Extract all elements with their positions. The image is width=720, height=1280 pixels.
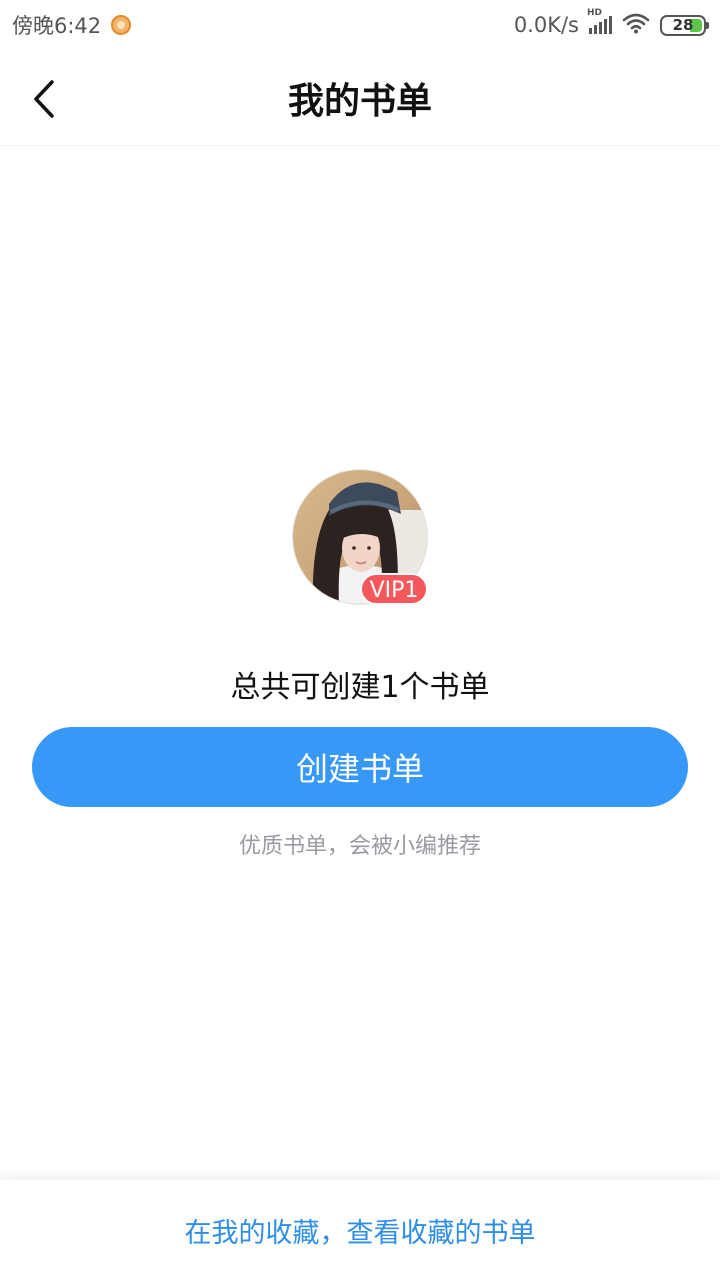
battery-icon: 28 <box>660 14 709 36</box>
bottom-bar: 在我的收藏，查看收藏的书单 <box>0 1180 720 1280</box>
wifi-icon <box>622 12 650 39</box>
booklist-limit-text: 总共可创建1个书单 <box>230 670 490 705</box>
back-button[interactable] <box>22 74 66 124</box>
page-title: 我的书单 <box>287 79 432 122</box>
avatar-container: VIP1 <box>292 469 428 605</box>
recommend-hint-text: 优质书单，会被小编推荐 <box>238 834 481 859</box>
header: 我的书单 <box>0 50 720 146</box>
vip-badge: VIP1 <box>360 573 428 605</box>
create-booklist-button[interactable]: 创建书单 <box>32 727 688 807</box>
status-right: 0.0K/s HD 28 <box>513 8 709 39</box>
network-badge: HD <box>587 8 603 18</box>
status-bar: 傍晚6:42 0.0K/s HD 28 <box>0 0 720 50</box>
view-favorites-link[interactable]: 在我的收藏，查看收藏的书单 <box>185 1211 536 1250</box>
battery-level: 28 <box>672 16 694 34</box>
signal-icon: HD <box>587 8 612 34</box>
net-speed: 0.0K/s <box>513 13 579 37</box>
status-time: 傍晚6:42 <box>12 14 102 38</box>
app-notification-icon <box>111 15 132 35</box>
screen: 傍晚6:42 0.0K/s HD 28 我的书单 VIP1 总共可创建1个书单 … <box>0 0 720 1280</box>
chevron-left-icon <box>34 80 54 118</box>
status-left: 傍晚6:42 <box>12 10 132 40</box>
